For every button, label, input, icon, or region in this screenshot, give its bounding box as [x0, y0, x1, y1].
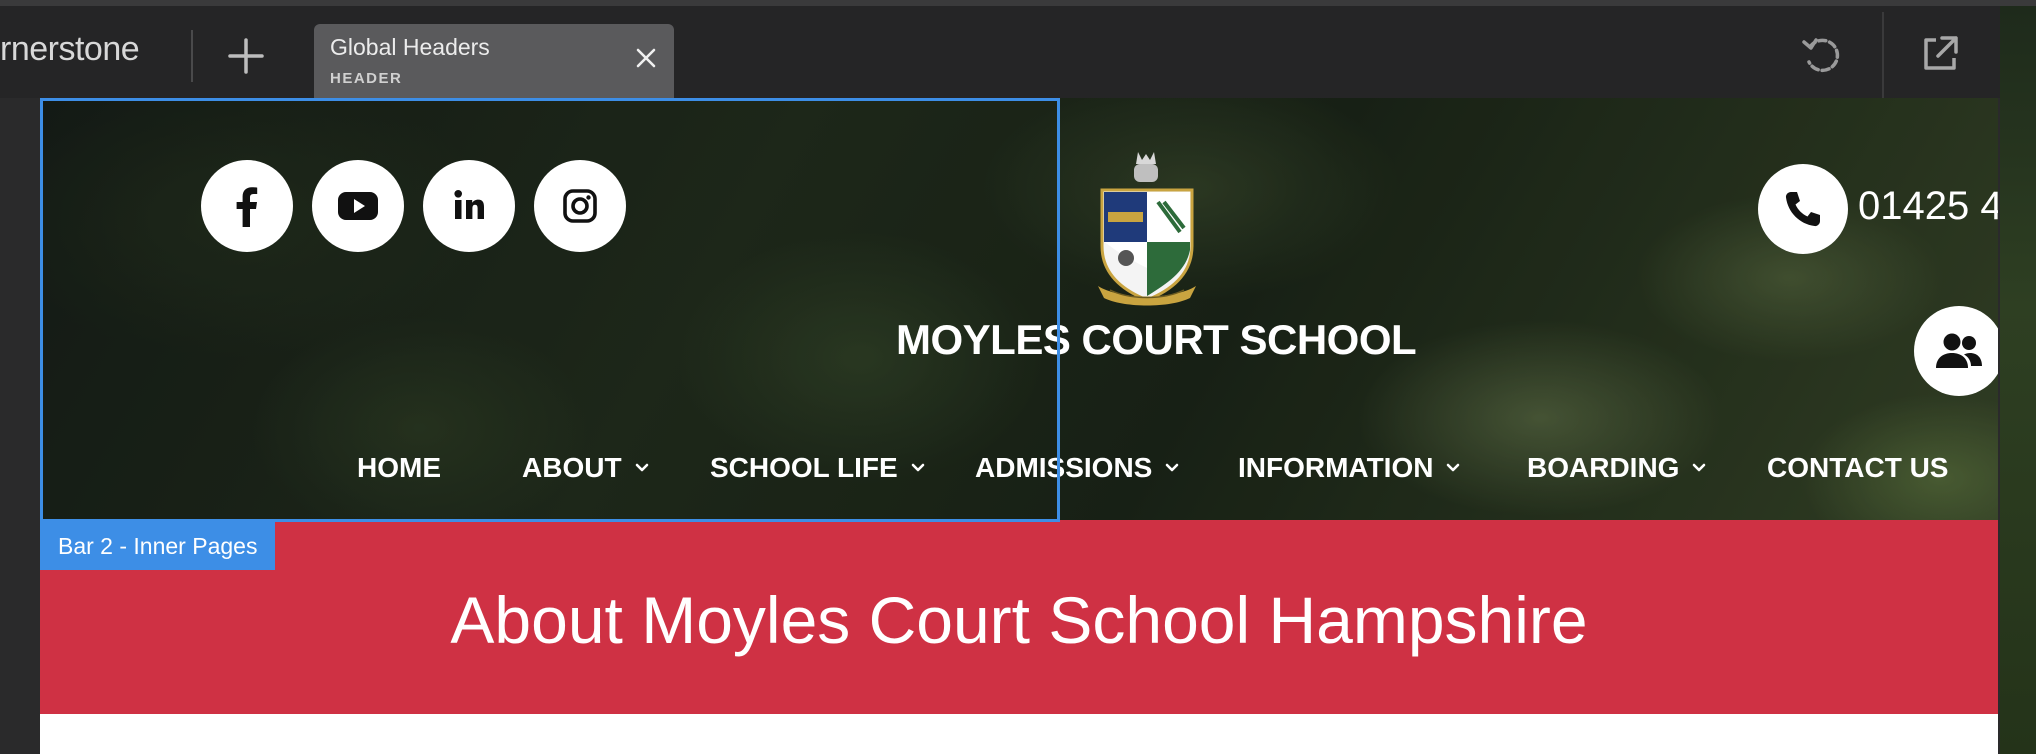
chevron-down-icon [1693, 463, 1706, 472]
popout-icon [1924, 36, 1958, 70]
phone-number[interactable]: 01425 4 [1858, 184, 1998, 229]
nav-item-information[interactable]: INFORMATION [1238, 452, 1461, 484]
chevron-down-icon [1166, 463, 1179, 472]
phone-icon [1785, 192, 1820, 227]
page-content-area [40, 714, 1998, 754]
reload-button[interactable] [1800, 32, 1844, 78]
facebook-icon [236, 187, 258, 227]
linkedin-icon [454, 190, 484, 219]
school-name[interactable]: MOYLES COURT SCHOOL [896, 316, 1417, 364]
chevron-down-icon [1447, 463, 1460, 472]
page-title: About Moyles Court School Hampshire [450, 583, 1588, 657]
tab-subtitle: HEADER [330, 70, 403, 87]
nav-item-about[interactable]: ABOUT [522, 452, 650, 484]
tab-close-button[interactable] [632, 44, 660, 72]
tab-title: Global Headers [330, 34, 490, 60]
nav-item-label: ADMISSIONS [975, 452, 1153, 483]
close-icon [636, 48, 656, 68]
phone-button[interactable] [1758, 164, 1848, 254]
toolbar-divider [191, 30, 193, 82]
nav-item-label: SCHOOL LIFE [710, 452, 898, 483]
instagram-icon [563, 189, 597, 223]
nav-item-admissions[interactable]: ADMISSIONS [975, 452, 1180, 484]
parents-portal-button[interactable] [1914, 306, 1998, 396]
youtube-link[interactable] [312, 160, 404, 252]
nav-item-label: INFORMATION [1238, 452, 1434, 483]
facebook-link[interactable] [201, 160, 293, 252]
chevron-down-icon [911, 463, 925, 472]
nav-item-school-life[interactable]: SCHOOL LIFE [710, 452, 926, 484]
instagram-link[interactable] [534, 160, 626, 252]
nav-item-label: HOME [357, 452, 441, 483]
nav-item-boarding[interactable]: BOARDING [1527, 452, 1707, 484]
brand-name: rnerstone [0, 30, 140, 68]
nav-item-contact-us[interactable]: CONTACT US [1767, 452, 1948, 484]
toolbar-divider-right [1882, 12, 1884, 104]
nav-item-label: BOARDING [1527, 452, 1680, 483]
school-crest-logo[interactable] [1090, 150, 1204, 310]
nav-item-label: CONTACT US [1767, 452, 1949, 483]
tab-global-headers[interactable]: Global Headers HEADER [314, 24, 674, 104]
reload-icon [1802, 38, 1840, 73]
youtube-icon [338, 192, 378, 220]
users-icon [1936, 333, 1982, 368]
site-header[interactable]: MOYLES COURT SCHOOL 01425 4 HOME ABOUT S… [40, 98, 1998, 520]
nav-item-home[interactable]: HOME [357, 452, 441, 484]
nav-item-label: ABOUT [522, 452, 622, 483]
editor-toolbar: rnerstone Global Headers HEADER [0, 6, 2000, 104]
add-tab-button[interactable] [218, 28, 274, 84]
window-edge [2000, 6, 2036, 754]
popout-button[interactable] [1920, 34, 1960, 74]
chevron-down-icon [635, 463, 648, 472]
page-title-band: About Moyles Court School Hampshire [40, 520, 1998, 714]
plus-icon [228, 38, 264, 74]
selection-label[interactable]: Bar 2 - Inner Pages [40, 522, 276, 570]
linkedin-link[interactable] [423, 160, 515, 252]
